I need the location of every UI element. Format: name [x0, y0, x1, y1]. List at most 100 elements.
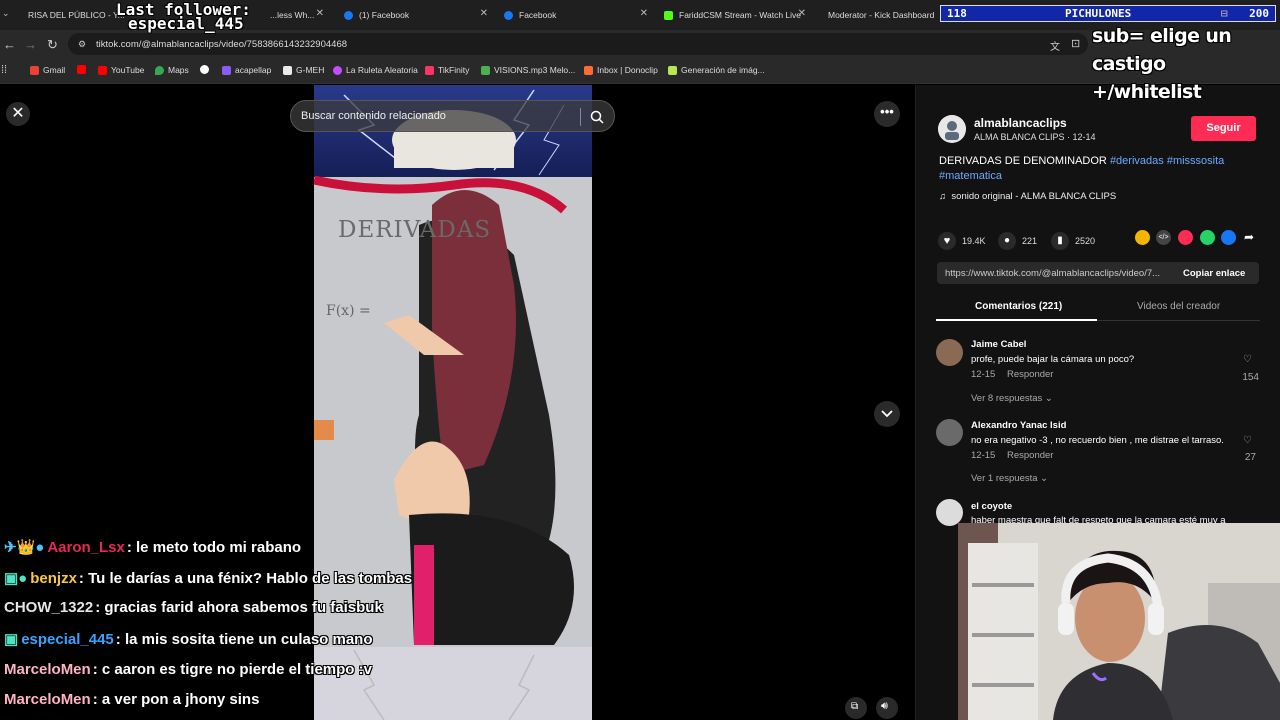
search-icon[interactable]: [590, 110, 604, 124]
close-icon[interactable]: ✕: [316, 8, 324, 19]
hashtag-link[interactable]: #misssosita: [1167, 155, 1224, 167]
bookmark-label: Generación de imág...: [681, 65, 765, 75]
author-username[interactable]: almablancaclips: [974, 116, 1067, 130]
volume-button[interactable]: 🔊︎: [876, 697, 898, 719]
bookmark-gmail[interactable]: Gmail: [30, 65, 65, 75]
video-board-title: DERIVADAS: [338, 217, 492, 243]
close-icon[interactable]: ✕: [480, 8, 488, 19]
reply-button[interactable]: Responder: [1007, 450, 1053, 461]
share-arrow-icon[interactable]: ➦: [1244, 230, 1254, 244]
avatar-image: [938, 115, 966, 143]
view-replies-link[interactable]: Ver 8 respuestas ⌄: [971, 393, 1053, 404]
url-text[interactable]: tiktok.com/@almablancaclips/video/758386…: [96, 39, 347, 50]
video-link-text[interactable]: https://www.tiktok.com/@almablancaclips/…: [945, 268, 1173, 279]
view-replies-link[interactable]: Ver 1 respuesta ⌄: [971, 473, 1048, 484]
sound-link[interactable]: ♫ sonido original - ALMA BLANCA CLIPS: [939, 191, 1116, 202]
tab-kick-stream[interactable]: FariddCSM Stream - Watch Live ✕: [656, 4, 812, 26]
tab-list-chevron-icon[interactable]: ⌄: [2, 8, 10, 19]
commenter-name[interactable]: Jaime Cabel: [971, 339, 1026, 350]
bookmark-youtube-small[interactable]: [77, 65, 86, 74]
chat-badges: ▣: [4, 631, 19, 649]
comment-text: profe, puede bajar la cámara un poco?: [971, 354, 1135, 365]
bookmark-youtube[interactable]: YouTube: [98, 65, 144, 75]
translate-icon[interactable]: 文: [1050, 38, 1060, 53]
gmeh-icon: [283, 65, 292, 75]
hashtag-link[interactable]: #derivadas: [1110, 155, 1164, 167]
forward-icon[interactable]: →: [24, 37, 37, 52]
bookmark-label: Maps: [168, 65, 189, 75]
copy-link-button[interactable]: Copiar enlace: [1183, 268, 1245, 279]
apps-grid-icon[interactable]: ⁞⁞: [1, 64, 7, 76]
bookmarks-bar: ⁞⁞ Gmail YouTube Maps acapellap G-MEH La…: [0, 58, 1280, 84]
next-video-button[interactable]: [874, 401, 900, 427]
commenter-avatar[interactable]: [936, 419, 963, 446]
save-button[interactable]: ▮ 2520: [1051, 232, 1095, 250]
follow-button[interactable]: Seguir: [1191, 116, 1256, 141]
tab-risa-del-publico[interactable]: RISA DEL PÚBLICO - Y...: [14, 4, 124, 26]
install-icon[interactable]: ⊡: [1071, 37, 1080, 50]
bookmark-visions[interactable]: VISIONS.mp3 Melo...: [481, 65, 575, 75]
visions-icon: [481, 65, 490, 75]
close-icon: ✕: [11, 105, 25, 122]
bookmark-google[interactable]: [200, 65, 209, 74]
comment-like-count: 27: [1244, 452, 1256, 463]
tab-creator-videos[interactable]: Videos del creador: [1137, 301, 1220, 312]
bookmark-maps[interactable]: Maps: [155, 65, 189, 75]
author-avatar[interactable]: [938, 115, 966, 143]
share-coin-icon[interactable]: [1135, 230, 1150, 245]
bookmark-label: VISIONS.mp3 Melo...: [494, 65, 576, 75]
chat-text: c aaron es tigre no pierde el tiempo :v: [101, 660, 372, 678]
bookmark-tikfinity[interactable]: TikFinity: [425, 65, 469, 75]
description-text: DERIVADAS DE DENOMINADOR: [939, 155, 1107, 167]
picture-in-picture-button[interactable]: ⧉: [845, 697, 867, 719]
bookmark-label: Gmail: [43, 65, 66, 75]
active-tab-indicator: [936, 319, 1097, 321]
bookmark-label: acapellap: [235, 65, 272, 75]
close-icon[interactable]: ✕: [640, 8, 648, 19]
chat-text: Tu le darías a una fénix? Hablo de las t…: [88, 569, 413, 587]
whatsapp-icon[interactable]: [1200, 230, 1215, 245]
chat-username: MarceloMen: [4, 691, 91, 709]
goal-icon: ⊟: [1221, 7, 1228, 20]
pip-icon: ⧉: [851, 701, 859, 712]
reply-button[interactable]: Responder: [1007, 369, 1053, 380]
chat-message: ▣● benjzx: Tu le darías a una fénix? Habl…: [4, 569, 413, 587]
bookmark-gmeh[interactable]: G-MEH: [283, 65, 324, 75]
ruleta-icon: [333, 65, 342, 75]
comment-button[interactable]: ● 221: [998, 232, 1037, 250]
bookmark-donoclip[interactable]: Inbox | Donoclip: [584, 65, 658, 75]
close-icon[interactable]: ✕: [798, 8, 806, 19]
browser-toolbar: ← → ↻ ⚙ tiktok.com/@almablancaclips/vide…: [0, 30, 1280, 58]
chat-username: Aaron_Lsx: [47, 539, 125, 556]
tab-facebook-1[interactable]: (1) Facebook ✕: [336, 4, 494, 26]
facebook-share-icon[interactable]: [1221, 230, 1236, 245]
share-friends-icon[interactable]: [1178, 230, 1193, 245]
comment-like-icon[interactable]: ♡: [1243, 435, 1252, 446]
bookmark-ruleta[interactable]: La Ruleta Aleatoria: [333, 65, 418, 75]
bookmark-generacion[interactable]: Generación de imág...: [668, 65, 765, 75]
donoclip-icon: [584, 65, 593, 75]
commenter-name[interactable]: el coyote: [971, 501, 1012, 512]
tab-comments[interactable]: Comentarios (221): [975, 301, 1062, 312]
bookmark-acapellap[interactable]: acapellap: [222, 65, 271, 75]
commenter-avatar[interactable]: [936, 499, 963, 526]
chat-message: CHOW_1322: gracias farid ahora sabemos f…: [4, 599, 383, 617]
commenter-avatar[interactable]: [936, 339, 963, 366]
embed-icon[interactable]: </>: [1156, 230, 1171, 245]
sub-rule-overlay: sub= elige un castigo +/whitelist: [1092, 22, 1280, 106]
comment-text: no era negativo -3 , no recuerdo bien , …: [971, 435, 1224, 446]
chat-username: MarceloMen: [4, 660, 91, 678]
tab-facebook-2[interactable]: Facebook ✕: [496, 4, 654, 26]
related-search-input[interactable]: Buscar contenido relacionado: [290, 100, 615, 132]
more-options-button[interactable]: •••: [874, 101, 900, 127]
hashtag-link[interactable]: #matematica: [939, 170, 1002, 182]
commenter-name[interactable]: Alexandro Yanac Isid: [971, 420, 1066, 431]
close-video-button[interactable]: ✕: [6, 102, 30, 126]
like-button[interactable]: ♥ 19.4K: [938, 232, 986, 250]
reload-icon[interactable]: ↻: [47, 37, 58, 53]
back-icon[interactable]: ←: [3, 37, 16, 52]
comment-like-icon[interactable]: ♡: [1243, 354, 1252, 365]
tab-kick-dashboard[interactable]: Moderator - Kick Dashboard: [814, 4, 940, 26]
site-info-icon[interactable]: ⚙: [78, 39, 86, 50]
chat-message: MarceloMen: a ver pon a jhony sins: [4, 691, 260, 709]
